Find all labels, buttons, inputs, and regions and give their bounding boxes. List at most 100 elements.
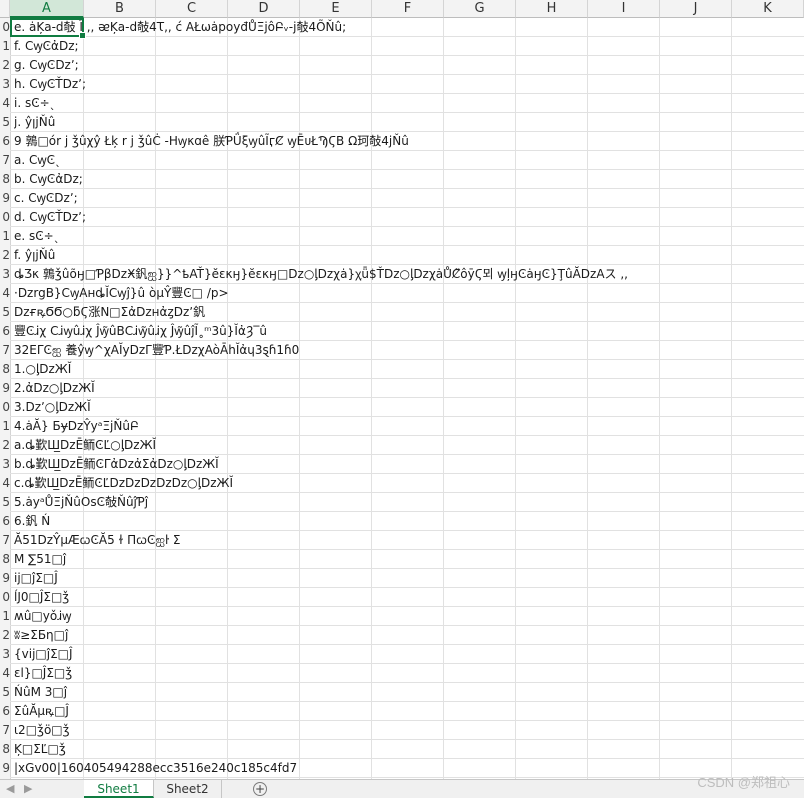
row-header[interactable]: 9 [0,379,10,398]
cell-text[interactable]: b. CꝡϾἀDz; [14,170,794,189]
cell-text[interactable]: ij□ĵΣ□Ĵ [14,569,84,588]
row-header[interactable]: 7 [0,531,10,550]
cell-text[interactable]: b.ȡ歏Ш̲DzĒ鲕ϾΓἀDzἀΣἀDz○ᶅDzЖĬ [14,455,794,474]
row-header[interactable]: 0 [0,588,10,607]
cell-text[interactable]: ȡƷκ 鶉ǯûõӈ□ƤβDzӾ釩ஐ}}^ҍAŤ}ĕεκӈ}ĕεκӈ□Dz○ᶅDz… [14,265,794,284]
column-header-b[interactable]: B [84,0,156,18]
cell-text[interactable]: d. CꝡϾŤDzʼ; [14,208,794,227]
row-header[interactable]: 6 [0,132,10,151]
row-header[interactable]: 2 [0,246,10,265]
row-header[interactable]: 8 [0,740,10,759]
cell-text[interactable]: ɩ2□ǯö□ǯ [14,721,84,740]
cell-text[interactable]: 豐Ͼɹ̇χ Ϲɹ̇ꝡûɹ̇χ Ĵꝡ̃ûBϹɹ̇ꝡ̃ûɹ̇χ Ĵꝡ̃ûĵĨ˳ᵐ3û… [14,322,794,341]
prev-sheet-icon[interactable]: ◀ [6,780,14,798]
cell-text[interactable]: Ă51DzŶµÆꞷϾĂ5 ɫ ΠꞷϾஐŀ Σ [14,531,794,550]
cell-text[interactable]: a.ȡ歏Ш̲DzĒ鲕ϾĽ○ᶅDzЖĬ [14,436,794,455]
column-header-g[interactable]: G [444,0,516,18]
column-header-a[interactable]: A [10,0,84,18]
cell-text[interactable]: 5.ȧyᵃŮΞjŇûOѕϾ敧ŇûĵƤĵ [14,493,794,512]
cell-text[interactable]: 1.○ᶅDzЖĬ [14,360,794,379]
cell-text[interactable]: 3.Dzʼ○ᶅDzЖĬ [14,398,794,417]
row-header[interactable]: 2 [0,56,10,75]
cell-text[interactable]: 9 鶉□ór j ǯûχŷ Łķ r j ǯûĊ -Hꝡκɑê 朕ƤǗξꝡûĨӷ… [14,132,794,151]
add-sheet-icon[interactable]: + [253,782,267,796]
row-header[interactable]: 7 [0,721,10,740]
row-header[interactable]: 1 [0,227,10,246]
column-header-e[interactable]: E [300,0,372,18]
select-all-corner[interactable] [0,0,10,18]
cell-text[interactable]: e. ȧĶa-d敧 Ï ,, ᴂĶa-d敧4Ꚍ,, ć AŁωȧpoyđŮΞjô… [14,18,794,37]
cell-text[interactable]: e. ѕϾ÷ˎ [14,227,794,246]
row-header[interactable]: 8 [0,170,10,189]
cell-text[interactable]: f. ŷꞁjŇû [14,246,794,265]
row-header[interactable]: 4 [0,474,10,493]
cell-text[interactable]: |xGv00|160405494288ecc3516e240c185c4fd7 [14,759,794,778]
cell-text[interactable]: Ķ□ΣĽ□ǯ [14,740,84,759]
row-header[interactable]: 8 [0,550,10,569]
row-header[interactable]: 2 [0,626,10,645]
column-header-f[interactable]: F [372,0,444,18]
cell-text[interactable]: ΣûĂµꝶ□Ĵ [14,702,84,721]
cell-text[interactable]: ʍû□yǒɹ̇ꝡ [14,607,84,626]
row-header[interactable]: 5 [0,493,10,512]
cell-text[interactable]: i. ѕϾ÷ˎ [14,94,794,113]
cell-text[interactable]: j. ŷꞁjŇû [14,113,794,132]
cell-text[interactable]: Ⅿ ∑51□ĵ [14,550,84,569]
row-header[interactable]: 7 [0,151,10,170]
tab-sheet1[interactable]: Sheet1 [84,780,154,798]
next-sheet-icon[interactable]: ▶ [24,780,32,798]
cell-text[interactable]: ɛl}□ĴΣ□ǯ [14,664,84,683]
row-header[interactable]: 5 [0,683,10,702]
cell-text[interactable]: a. CꝡϾˎ [14,151,794,170]
row-header[interactable]: 6 [0,702,10,721]
row-header[interactable]: 1 [0,37,10,56]
row-header[interactable]: 4 [0,664,10,683]
cell-text[interactable]: {vij□ĵΣ□Ĵ [14,645,84,664]
cell-text[interactable]: DzғꝶϬϬ○ƃϚ涨Ν□ΣἀDzʜἀȥDzʼ釩 [14,303,794,322]
row-header[interactable]: 9 [0,759,10,778]
cell-text[interactable]: 32EΓϾஐ 養ŷꝡ^χAĬyDzΓ豐Ƥ.ŁDzχAòĀhĬἀɥ3ȿɦ1ɦ0 [14,341,794,360]
cell-text[interactable]: ·DzrgB}CꝡAʜȡĬCꝡĵ}û òµŶ豐Ͼ□ /p> [14,284,794,303]
row-header[interactable]: 3 [0,645,10,664]
row-header[interactable]: 4 [0,94,10,113]
row-header[interactable]: 9 [0,189,10,208]
row-header[interactable]: 2 [0,436,10,455]
row-header[interactable]: 4 [0,284,10,303]
row-header[interactable]: 7 [0,341,10,360]
fill-handle[interactable] [79,32,86,39]
active-cell-a1[interactable] [10,18,86,39]
row-header[interactable]: 0 [0,208,10,227]
row-header[interactable]: 5 [0,113,10,132]
row-header[interactable]: 1 [0,417,10,436]
row-header[interactable]: 3 [0,265,10,284]
grid-line [10,568,804,569]
row-header[interactable]: 6 [0,512,10,531]
cell-text[interactable]: c.ȡ歏Ш̲DzĒ鲕ϾĽDzDzDzDzDz○ᶅDzЖĬ [14,474,794,493]
cell-text[interactable]: 6.釩 Ń [14,512,794,531]
column-header-c[interactable]: C [156,0,228,18]
column-header-i[interactable]: I [588,0,660,18]
row-header[interactable]: 3 [0,455,10,474]
cell-text[interactable]: h. CꝡϾŤDzʼ; [14,75,794,94]
cell-text[interactable]: 4.ȧĂ} ƂɏDzŶyᵃΞjŇûԲ [14,417,794,436]
column-header-k[interactable]: K [732,0,804,18]
cell-text[interactable]: c. CꝡϾDzʼ; [14,189,794,208]
cell-text[interactable]: ŃûM 3□ĵ [14,683,84,702]
row-header[interactable]: 0 [0,398,10,417]
cell-text[interactable]: ʬ≥ΣƂη□ĵ [14,626,84,645]
row-header[interactable]: 9 [0,569,10,588]
row-header[interactable]: 3 [0,75,10,94]
column-header-h[interactable]: H [516,0,588,18]
cell-text[interactable]: f. CꝡϾἀDz; [14,37,794,56]
row-header[interactable]: 8 [0,360,10,379]
tab-sheet2[interactable]: Sheet2 [154,780,222,798]
row-header[interactable]: 0 [0,18,10,37]
cell-text[interactable]: g. CꝡϾDzʼ; [14,56,794,75]
column-header-d[interactable]: D [228,0,300,18]
cell-text[interactable]: ĺJ0□ĴΣ□ǯ [14,588,84,607]
column-header-j[interactable]: J [660,0,732,18]
row-header[interactable]: 5 [0,303,10,322]
row-header[interactable]: 1 [0,607,10,626]
row-header[interactable]: 6 [0,322,10,341]
cell-text[interactable]: 2.ἀDz○ᶅDzЖĬ [14,379,794,398]
